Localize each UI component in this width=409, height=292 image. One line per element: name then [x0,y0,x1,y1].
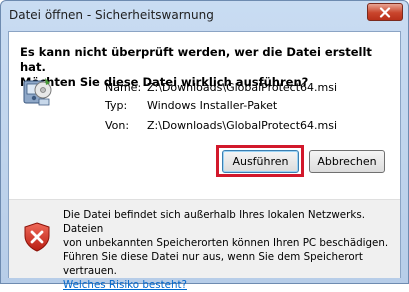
footer-text: Die Datei befindet sich außerhalb Ihres … [63,208,393,292]
title-bar[interactable]: Datei öffnen - Sicherheitswarnung [1,1,408,31]
name-value: Z:\Downloads\GlobalProtect64.msi [147,81,338,94]
footer-line-2: von unbekannten Speicherorten können Ihr… [63,237,389,249]
security-shield-icon [24,222,50,252]
run-button[interactable]: Ausführen [222,150,299,173]
footer-line-1: Die Datei befindet sich außerhalb Ihres … [63,209,365,235]
footer-line-3: Führen Sie diese Datei nur aus, wenn Sie… [63,251,363,277]
risk-info-link[interactable]: Welches Risiko besteht? [63,279,187,291]
heading-line-1: Es kann nicht überprüft werden, wer die … [20,45,372,74]
from-label: Von: [105,119,130,132]
type-value: Windows Installer-Paket [147,99,278,112]
installer-package-icon [23,78,52,106]
cancel-button[interactable]: Abbrechen [309,150,385,173]
type-label: Typ: [105,99,128,112]
name-label: Name: [105,81,142,94]
close-button[interactable] [367,3,403,21]
close-icon [379,6,391,18]
dialog-body: Es kann nicht überprüft werden, wer die … [8,31,401,291]
security-warning-dialog: Datei öffnen - Sicherheitswarnung Es kan… [0,0,409,291]
warning-footer: Die Datei befindet sich außerhalb Ihres … [9,199,400,291]
from-value: Z:\Downloads\GlobalProtect64.msi [147,119,338,132]
window-title: Datei öffnen - Sicherheitswarnung [9,8,214,22]
